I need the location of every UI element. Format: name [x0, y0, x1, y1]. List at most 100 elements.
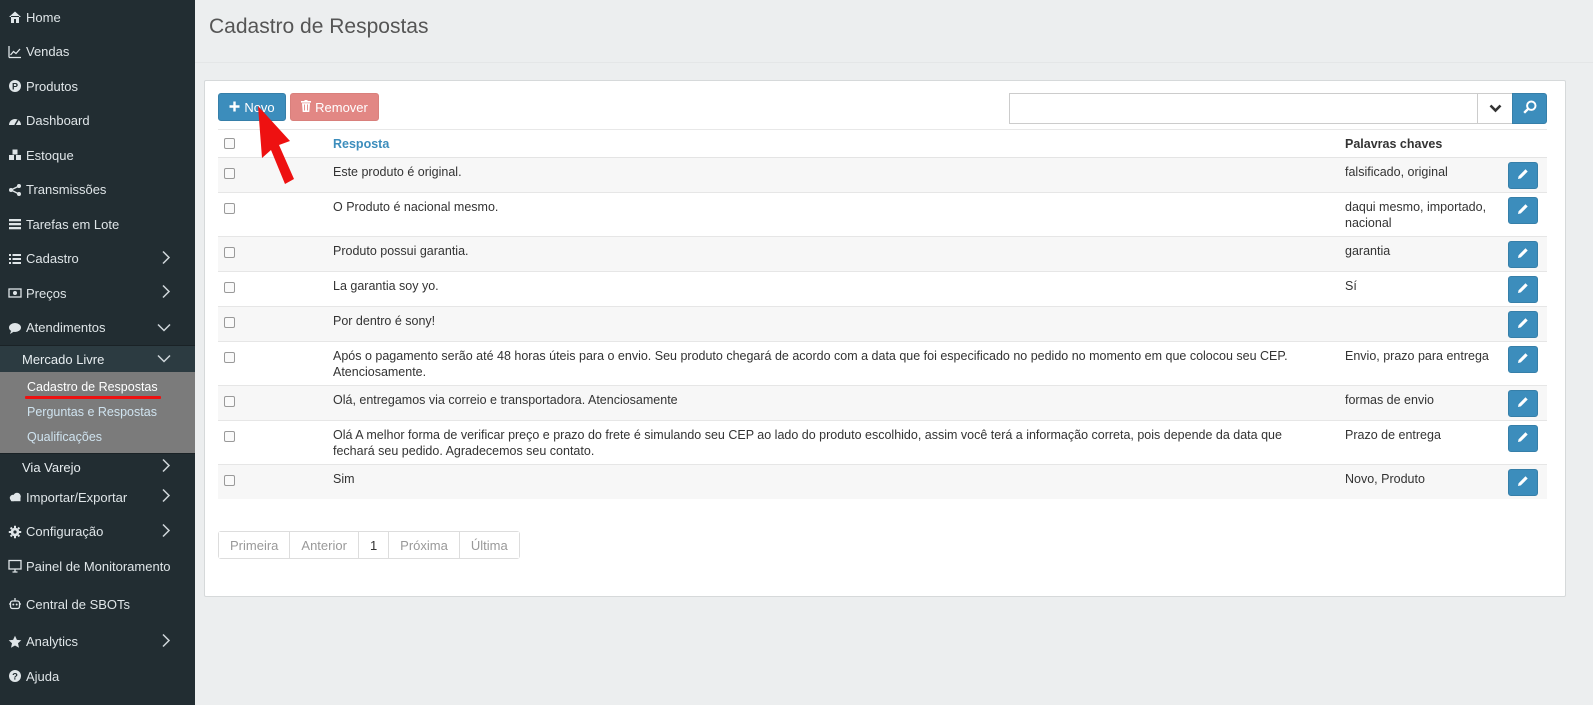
row-checkbox[interactable] [224, 168, 235, 179]
question-icon: ? [8, 669, 22, 683]
sidebar-item-estoque[interactable]: Estoque [0, 138, 195, 173]
resposta-cell: Produto possui garantia. [333, 236, 1345, 272]
svg-text:?: ? [12, 672, 18, 683]
search-button[interactable] [1512, 93, 1547, 124]
table-body: Este produto é original. falsificado, ori… [218, 157, 1547, 499]
sidebar-item-label: Home [26, 9, 61, 25]
row-actions-cell [1500, 420, 1547, 465]
row-select-cell [218, 341, 333, 386]
row-select-cell [218, 420, 333, 465]
edit-button[interactable] [1508, 469, 1538, 496]
resposta-cell: O Produto é nacional mesmo. [333, 192, 1345, 237]
sidebar-item-vendas[interactable]: Vendas [0, 35, 195, 70]
sidebar-item-label: Preços [26, 285, 67, 301]
edit-button[interactable] [1508, 311, 1538, 338]
dashboard-icon [8, 114, 22, 128]
search-input[interactable] [1009, 93, 1478, 124]
row-checkbox[interactable] [224, 475, 235, 486]
row-checkbox[interactable] [224, 203, 235, 214]
row-checkbox[interactable] [224, 396, 235, 407]
resposta-cell: Após o pagamento serão até 48 horas útei… [333, 341, 1345, 386]
chevron-right-icon [161, 250, 171, 267]
table-row: Por dentro é sony! [218, 306, 1547, 342]
sidebar-item-via-varejo[interactable]: Via Varejo [0, 453, 195, 480]
sidebar-item-configuracao[interactable]: Configuração [0, 515, 195, 550]
pencil-icon [1517, 317, 1529, 333]
row-checkbox[interactable] [224, 317, 235, 328]
resposta-cell: La garantia soy yo. [333, 271, 1345, 307]
cloud-icon [8, 490, 22, 504]
sidebar-item-label: Transmissões [26, 182, 107, 198]
sidebar-item-label: Cadastro [26, 251, 79, 267]
sidebar-item-analytics[interactable]: Analytics [0, 625, 195, 660]
chevron-down-icon [1489, 101, 1502, 116]
sidebar-item-ajuda[interactable]: ? Ajuda [0, 659, 195, 694]
row-select-cell [218, 192, 333, 237]
sidebar-item-home[interactable]: Home [0, 0, 195, 35]
sidebar-item-central-de-sbots[interactable]: Central de SBOTs [0, 584, 195, 625]
pagination-first[interactable]: Primeira [219, 532, 290, 558]
star-icon [8, 635, 22, 649]
edit-button[interactable] [1508, 425, 1538, 452]
column-header-palavras-chaves: Palavras chaves [1345, 129, 1500, 158]
edit-button[interactable] [1508, 276, 1538, 303]
edit-button[interactable] [1508, 346, 1538, 373]
pagination-last[interactable]: Última [458, 532, 519, 558]
sidebar-item-produtos[interactable]: P Produtos [0, 69, 195, 104]
row-actions-cell [1500, 306, 1547, 342]
chevron-down-icon [157, 320, 171, 335]
sidebar-item-tarefas-em-lote[interactable]: Tarefas em Lote [0, 207, 195, 242]
row-checkbox[interactable] [224, 431, 235, 442]
resposta-cell: Este produto é original. [333, 157, 1345, 193]
list-icon [8, 252, 22, 266]
pencil-icon [1517, 431, 1529, 447]
row-select-cell [218, 464, 333, 499]
chevron-right-icon [161, 523, 171, 540]
row-actions-cell [1500, 341, 1547, 386]
table-row: O Produto é nacional mesmo. daqui mesmo, … [218, 192, 1547, 237]
row-checkbox[interactable] [224, 282, 235, 293]
money-icon [8, 286, 22, 300]
divider [195, 62, 1593, 63]
pagination-next[interactable]: Próxima [388, 532, 459, 558]
sidebar-item-perguntas-e-respostas[interactable]: Perguntas e Respostas [0, 399, 195, 424]
sidebar: Home Vendas P Produtos Dashboard Estoque Trans… [0, 0, 195, 705]
sidebar-item-importar-exportar[interactable]: Importar/Exportar [0, 480, 195, 515]
select-all-checkbox[interactable] [224, 138, 235, 149]
edit-button[interactable] [1508, 390, 1538, 417]
chat-icon [8, 321, 22, 335]
sidebar-item-atendimentos[interactable]: Atendimentos [0, 311, 195, 346]
pagination: Primeira Anterior 1 Próxima Última [218, 531, 520, 559]
sidebar-item-label: Estoque [26, 147, 74, 163]
table-row: Este produto é original. falsificado, ori… [218, 157, 1547, 193]
row-select-cell [218, 236, 333, 272]
row-checkbox[interactable] [224, 247, 235, 258]
sidebar-item-label: Ajuda [26, 668, 60, 684]
resposta-cell: Olá, entregamos via correio e transporta… [333, 385, 1345, 421]
chevron-down-icon [157, 352, 171, 367]
sidebar-item-precos[interactable]: Preços [0, 276, 195, 311]
edit-button[interactable] [1508, 162, 1538, 189]
sidebar-item-label: Vendas [26, 44, 70, 60]
pagination-prev[interactable]: Anterior [289, 532, 358, 558]
edit-button[interactable] [1508, 241, 1538, 268]
sidebar-item-qualificacoes[interactable]: Qualificações [0, 424, 195, 449]
sidebar-item-label: Perguntas e Respostas [27, 404, 157, 419]
sidebar-item-label: Central de SBOTs [26, 596, 131, 612]
search-options-dropdown[interactable] [1477, 93, 1513, 124]
sidebar-item-dashboard[interactable]: Dashboard [0, 104, 195, 139]
palavras-chaves-cell: Prazo de entrega [1345, 420, 1500, 465]
pagination-current-page[interactable]: 1 [357, 532, 389, 558]
column-header-resposta[interactable]: Resposta [333, 129, 1345, 158]
sidebar-item-painel-de-monitoramento[interactable]: Painel de Monitoramento [0, 549, 195, 584]
row-checkbox[interactable] [224, 352, 235, 363]
edit-button[interactable] [1508, 197, 1538, 224]
sidebar-item-transmissoes[interactable]: Transmissões [0, 173, 195, 208]
product-icon: P [8, 79, 22, 93]
sidebar-item-cadastro-de-respostas[interactable]: Cadastro de Respostas [0, 374, 195, 399]
gear-icon [8, 525, 22, 539]
pencil-icon [1517, 396, 1529, 412]
sidebar-item-mercado-livre[interactable]: Mercado Livre [0, 345, 195, 372]
palavras-chaves-cell: Envio, prazo para entrega [1345, 341, 1500, 386]
sidebar-item-cadastro[interactable]: Cadastro [0, 242, 195, 277]
